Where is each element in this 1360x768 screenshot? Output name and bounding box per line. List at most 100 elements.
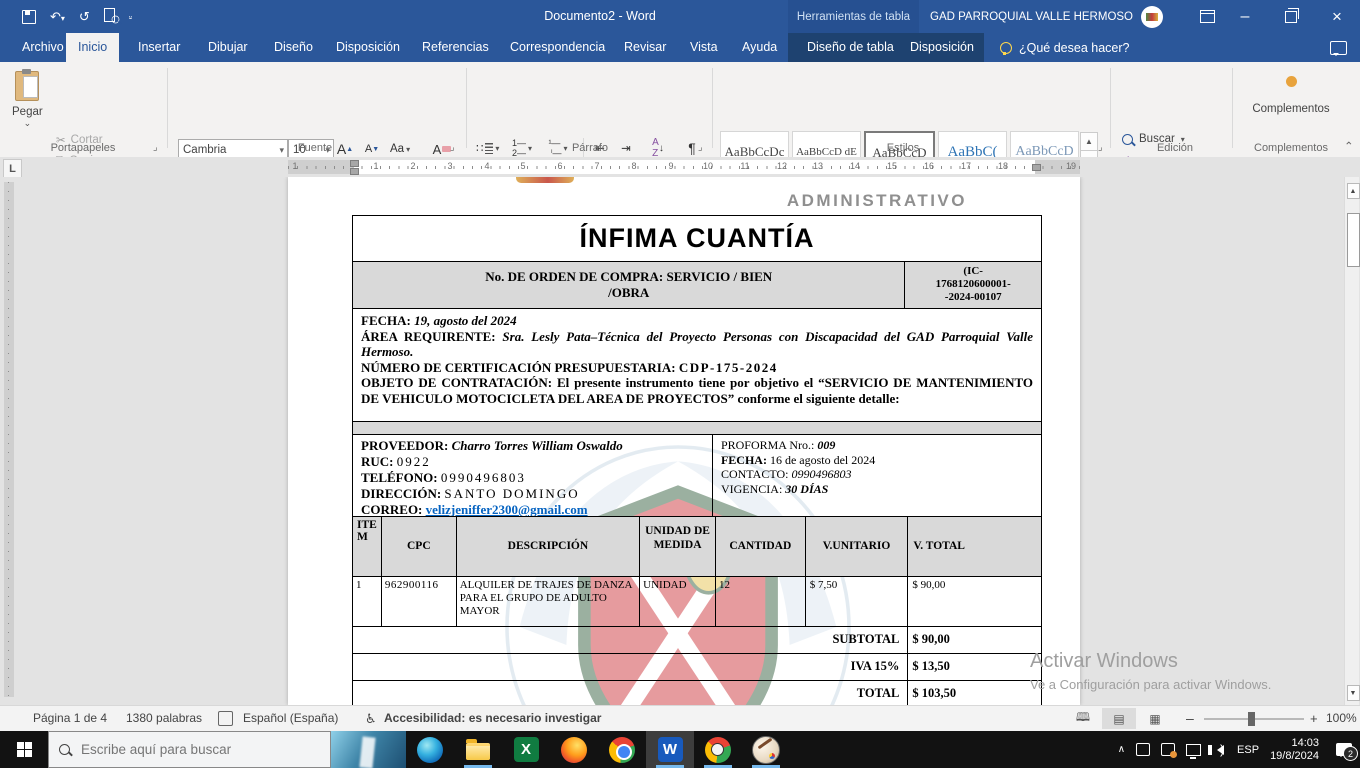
redo-icon[interactable] [79,9,90,25]
area-label: ÁREA REQUIRENTE: [361,329,496,344]
close-button[interactable] [1314,0,1360,33]
restore-button[interactable] [1268,0,1314,33]
tell-me-box[interactable]: ¿Qué desea hacer? [1000,33,1130,62]
start-button[interactable] [0,731,48,768]
ribbon-tab-row: Archivo Inicio Insertar Dibujar Diseño D… [0,33,1360,62]
taskbar-browser-clock-app[interactable] [694,731,742,768]
tab-disposicion-tabla[interactable]: Disposición [898,33,986,62]
tab-disposicion[interactable]: Disposición [324,33,412,62]
taskbar-word-active[interactable] [646,731,694,768]
contacto-value: 0990496803 [791,467,851,481]
item-total-cell: $ 90,00 [907,577,1041,626]
print-layout-button[interactable] [1102,708,1136,729]
customize-qat-icon[interactable] [129,10,132,24]
zoom-level[interactable]: 100% [1326,706,1357,731]
tab-revisar[interactable]: Revisar [612,33,678,62]
tray-sync-alert-icon[interactable] [1161,743,1175,756]
styles-dialog-launcher[interactable] [1098,142,1110,154]
scroll-down-button[interactable]: ▼ [1347,685,1360,701]
tray-volume-icon[interactable] [1212,745,1224,755]
tray-language[interactable]: ESP [1237,744,1259,756]
taskbar-edge[interactable] [406,731,454,768]
read-mode-icon [1076,708,1090,729]
numbering-button[interactable]: 1—2— [512,138,532,158]
paragraph-dialog-launcher[interactable] [698,142,710,154]
zoom-in-button[interactable] [1310,706,1318,731]
tab-stop-selector[interactable]: L [3,159,22,178]
add-ins-button[interactable]: Complementos [1248,76,1334,115]
read-mode-button[interactable] [1066,708,1100,729]
ruler-number: 10 [701,161,715,171]
tray-clock[interactable]: 14:03 19/8/2024 [1270,737,1319,763]
zoom-out-button[interactable] [1186,706,1194,731]
accessibility-status[interactable]: Accesibilidad: es necesario investigar [384,706,601,731]
browser-clock-icon [705,737,731,763]
title-bar: Documento2 - Word Herramientas de tabla … [0,0,1360,33]
tray-expand-icon[interactable] [1118,744,1125,755]
save-icon[interactable] [22,10,36,24]
proveedor-label: PROVEEDOR: [361,438,448,453]
page-indicator[interactable]: Página 1 de 4 [33,706,107,731]
tab-correspondencia[interactable]: Correspondencia [498,33,617,62]
scroll-up-button[interactable]: ▲ [1347,183,1360,199]
purchase-order-table[interactable]: ÍNFIMA CUANTÍA No. DE ORDEN DE COMPRA: S… [352,215,1042,705]
tab-inicio[interactable]: Inicio [66,33,119,62]
chrome-icon [609,737,635,763]
proforma-fecha-value: 16 de agosto del 2024 [770,453,875,467]
clipboard-dialog-launcher[interactable] [153,142,165,154]
collapse-ribbon-icon[interactable] [1344,139,1354,153]
tab-insertar[interactable]: Insertar [126,33,192,62]
tray-app-icon[interactable] [1136,743,1150,756]
tab-vista[interactable]: Vista [678,33,730,62]
account-area[interactable]: GAD PARROQUIAL VALLE HERMOSO [930,0,1163,33]
shrink-font-button[interactable]: A▼ [362,139,382,159]
correo-link[interactable]: velizjeniffer2300@gmail.com [426,502,588,516]
paste-icon [15,71,39,101]
change-case-button[interactable]: Aa [390,139,410,159]
web-layout-button[interactable] [1138,708,1172,729]
indent-marker-left[interactable] [350,168,359,175]
tab-diseno-de-tabla[interactable]: Diseño de tabla [795,33,906,62]
provider-cell: PROVEEDOR: Charro Torres William Oswaldo… [353,435,712,516]
font-dialog-launcher[interactable] [450,142,462,154]
comments-icon[interactable] [1330,41,1347,55]
subtotal-label-cell: SUBTOTAL [353,627,907,653]
paste-button[interactable]: Pegar [12,71,43,129]
language-indicator[interactable]: Español (España) [243,706,338,731]
vertical-scrollbar[interactable]: ▲ ▼ [1344,177,1359,705]
horizontal-ruler[interactable]: 1 1 2 3 4 5 6 7 8 9 10 11 12 13 14 15 16… [288,160,1080,174]
zoom-slider-thumb[interactable] [1248,712,1255,726]
taskbar-excel[interactable] [502,731,550,768]
notification-center-icon[interactable]: 2 [1336,743,1352,756]
tab-dibujar[interactable]: Dibujar [196,33,260,62]
tab-diseno[interactable]: Diseño [262,33,325,62]
scrollbar-thumb[interactable] [1347,213,1360,267]
quick-access-toolbar [0,0,132,33]
margin-marker-right[interactable] [1032,164,1041,171]
clear-formatting-button[interactable]: A [432,139,452,159]
print-preview-button[interactable] [104,8,115,25]
minimize-button[interactable] [1222,0,1268,33]
taskbar-chrome[interactable] [598,731,646,768]
styles-scroll-up[interactable]: ▲ [1080,132,1098,151]
undo-button[interactable] [50,9,65,25]
item-qty-cell: 12 [715,577,805,626]
proofing-icon[interactable] [218,711,233,726]
vertical-ruler[interactable] [4,182,14,697]
taskbar-file-explorer[interactable] [454,731,502,768]
taskbar-paint-app[interactable] [742,731,790,768]
search-input[interactable] [79,741,303,758]
tray-network-icon[interactable] [1186,744,1201,756]
taskbar-firefox[interactable] [550,731,598,768]
avatar[interactable] [1141,6,1163,28]
word-count[interactable]: 1380 palabras [126,706,202,731]
document-page[interactable]: ADMINISTRATIVO ÍNFIMA CUANTÍA No. DE ORD… [288,177,1080,705]
tab-ayuda[interactable]: Ayuda [730,33,789,62]
sort-button[interactable]: AZ [648,138,668,158]
news-widget-thumbnail[interactable] [331,731,406,768]
accessibility-icon[interactable] [365,706,377,731]
taskbar-search[interactable] [48,731,331,768]
indent-marker-first-line[interactable] [350,160,359,167]
bullets-button[interactable] [476,138,499,158]
tab-referencias[interactable]: Referencias [410,33,501,62]
